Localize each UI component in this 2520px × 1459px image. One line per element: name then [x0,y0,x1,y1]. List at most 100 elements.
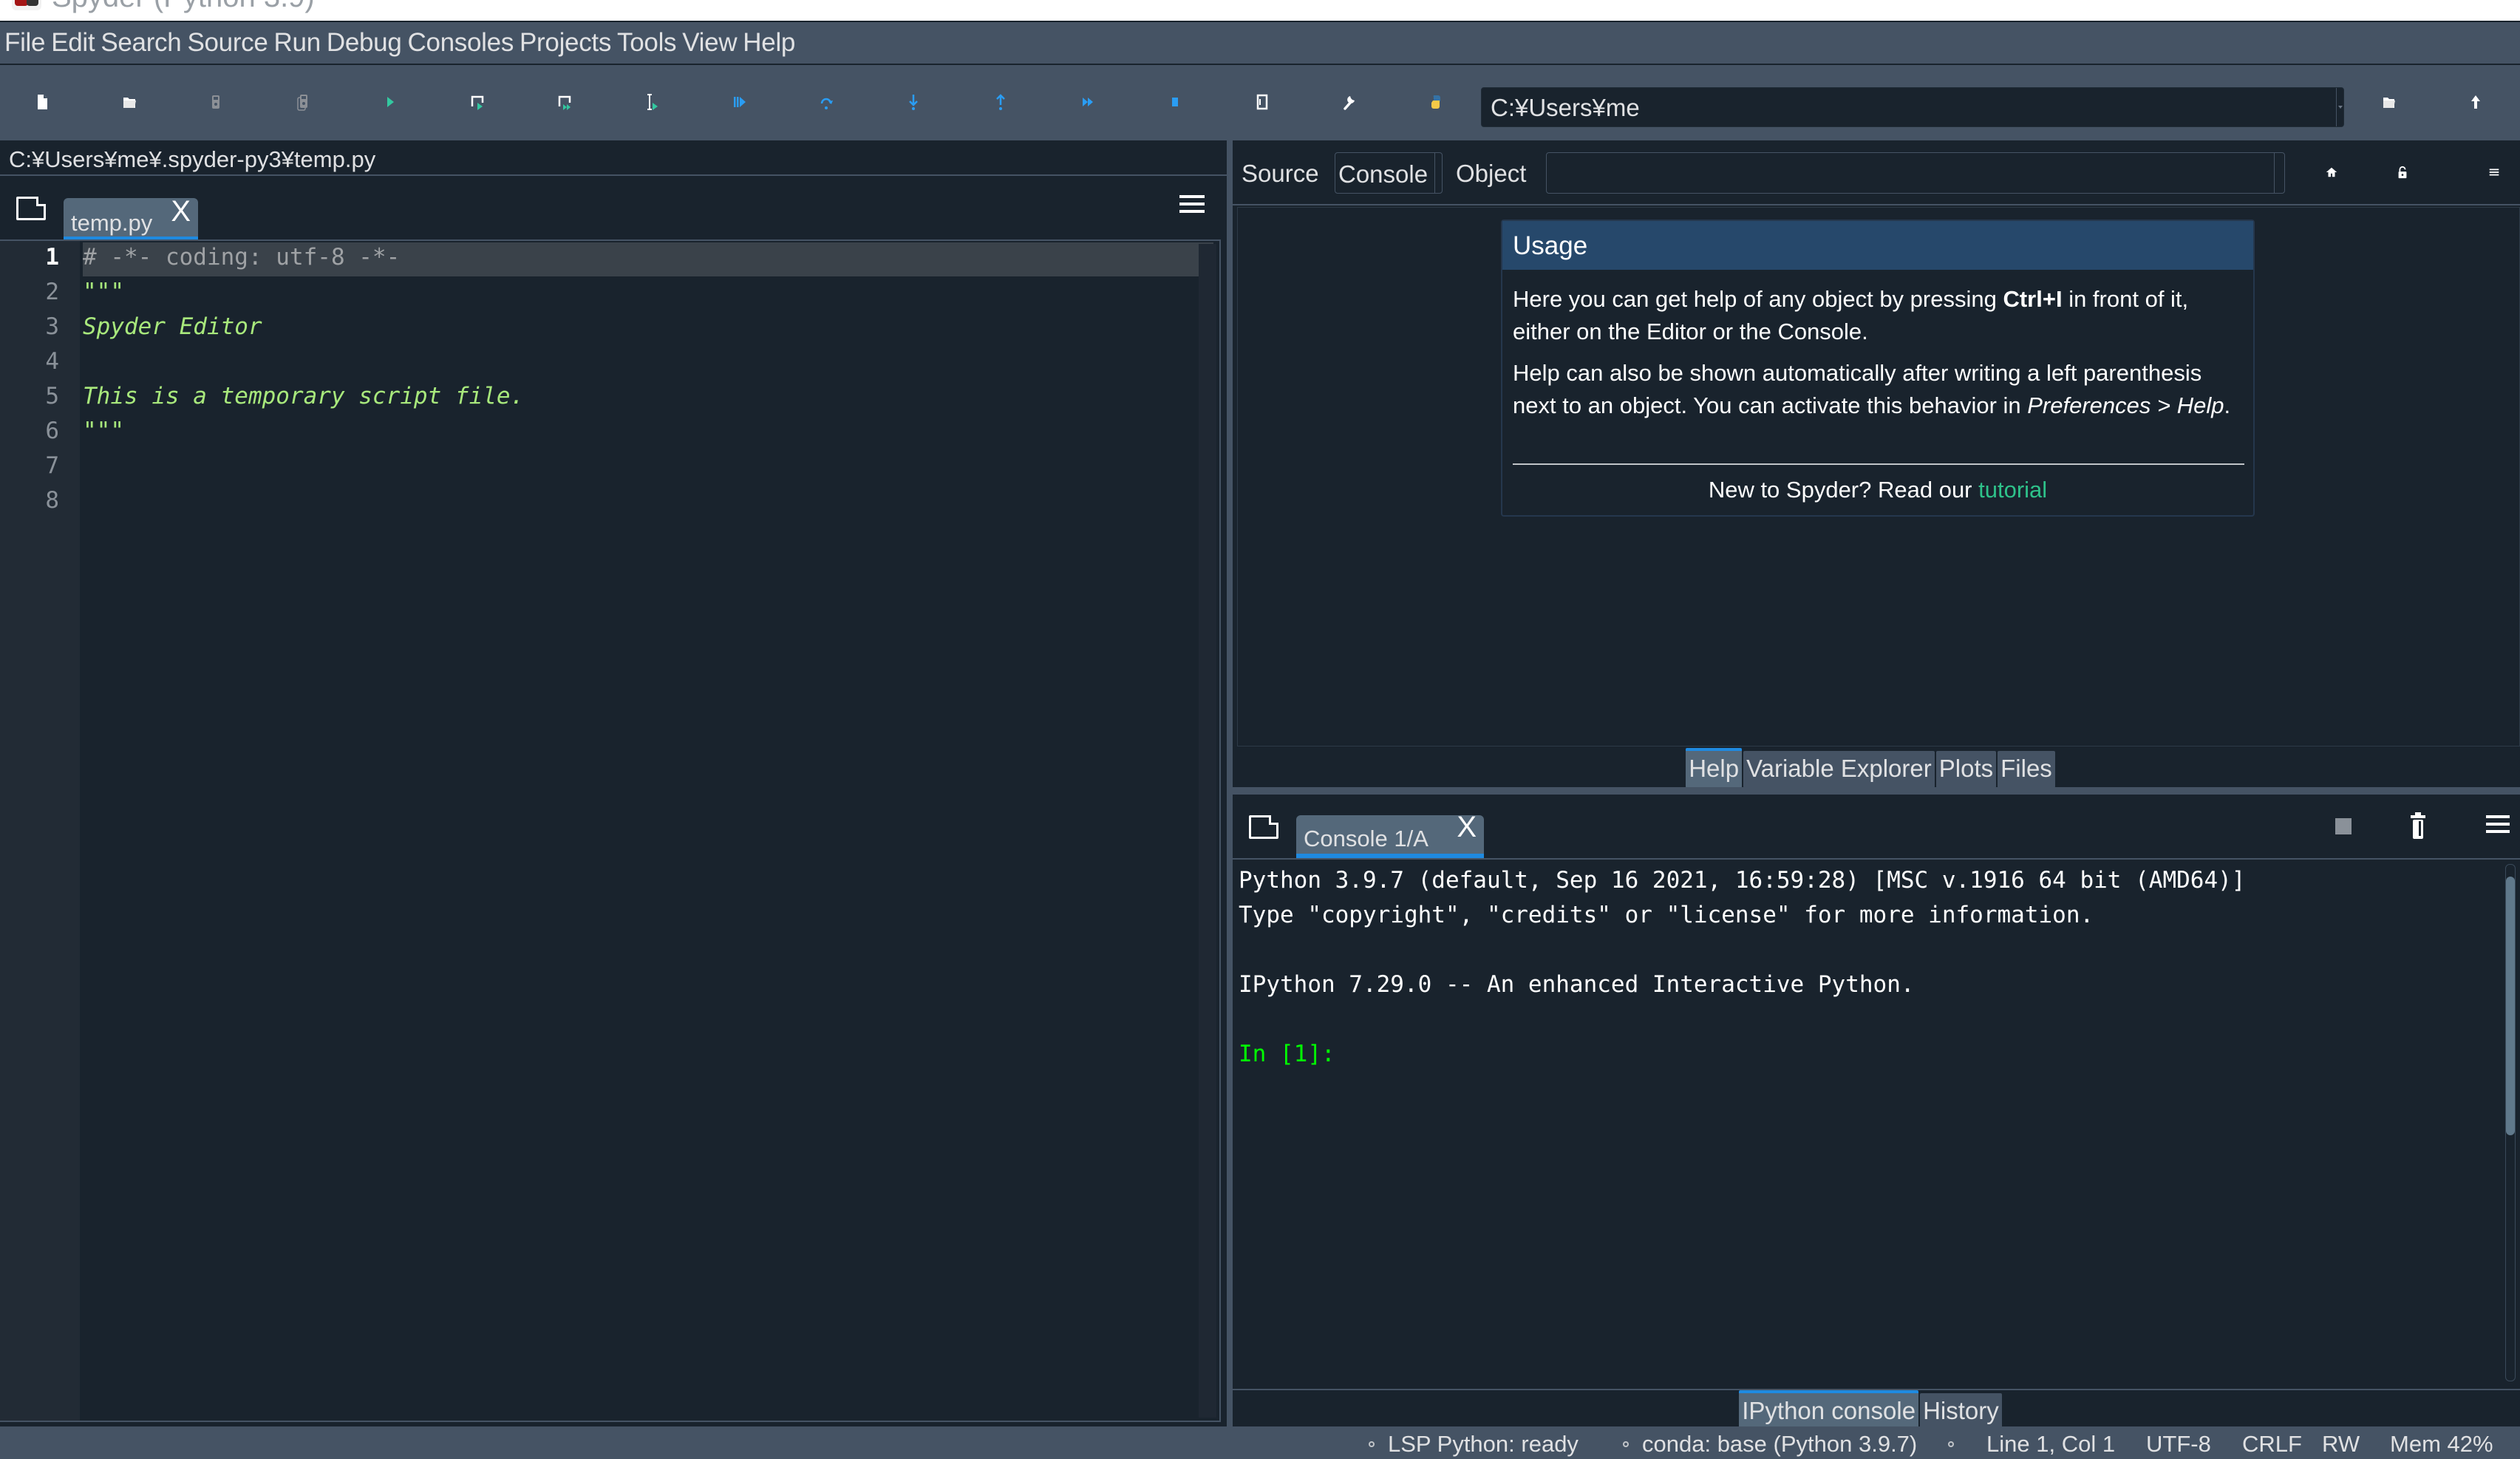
debug-step-return-button[interactable] [986,87,1015,117]
console-tab-label: Console 1/A [1304,826,1428,851]
line-number-gutter: 1 2 3 4 5 6 7 8 [0,241,80,1421]
menu-search[interactable]: Search [99,28,185,58]
save-file-button[interactable] [201,87,231,117]
debug-stop-button[interactable] [1160,87,1190,117]
run-icon [387,97,394,107]
close-icon[interactable]: X [1457,811,1477,844]
line-number: 1 [45,244,59,271]
debug-step-into-button[interactable] [899,87,928,117]
console-scrollbar[interactable] [2505,864,2516,1381]
help-lock-button[interactable] [2391,161,2414,183]
code-line: """ [83,418,124,444]
help-toolbar: Source Console Object [1233,140,2520,205]
debug-continue-button[interactable] [1073,87,1103,117]
conda-env-icon [1623,1441,1629,1447]
help-source-combo[interactable]: Console [1335,152,1443,194]
line-number: 4 [45,348,59,375]
browse-tabs-icon[interactable] [1249,815,1278,839]
editor-tab-label: temp.py [71,210,153,236]
working-directory-combo[interactable]: C:¥Users¥me [1481,87,2344,127]
line-number: 2 [45,279,59,305]
main-toolbar: C:¥Users¥me [0,65,2520,140]
stop-kernel-icon[interactable] [2335,818,2352,834]
preferences-button[interactable] [1335,87,1364,117]
horizontal-splitter[interactable] [1233,787,2520,795]
help-source-label: Source [1242,160,1319,187]
run-cell-icon [471,95,484,110]
parent-directory-button[interactable] [2461,87,2490,117]
cursor-position: Line 1, Col 1 [1986,1431,2116,1457]
menu-view[interactable]: View [681,28,741,58]
menu-consoles[interactable]: Consoles [406,28,519,58]
debug-file-button[interactable] [724,87,754,117]
console-options-menu-icon[interactable] [2486,815,2510,834]
tab-help[interactable]: Help [1686,748,1743,788]
menu-run[interactable]: Run [273,28,325,58]
usage-divider [1513,463,2244,465]
clear-console-icon[interactable] [2408,811,2428,840]
run-cell-button[interactable] [463,87,492,117]
usage-paragraph-1: Here you can get help of any object by p… [1513,286,2189,344]
code-editor[interactable]: 1 2 3 4 5 6 7 8 # -*- coding: utf-8 -*- """ Spyde… [0,239,1221,1422]
editor-options-menu-icon[interactable] [1179,195,1205,214]
menu-file[interactable]: File [3,28,50,58]
menu-debug[interactable]: Debug [325,28,406,58]
editor-file-path: C:¥Users¥me¥.spyder-py3¥temp.py [9,146,376,172]
run-cell-advance-button[interactable] [550,87,579,117]
debug-icon [734,97,746,107]
unlock-icon [2398,166,2407,179]
save-all-button[interactable] [288,87,318,117]
help-object-combo[interactable] [1546,152,2285,194]
python-environment-status[interactable]: conda: base (Python 3.9.7) [1642,1431,1917,1458]
editor-pane: C:¥Users¥me¥.spyder-py3¥temp.py temp.py … [0,140,1227,1426]
menu-tools[interactable]: Tools [616,28,681,58]
console-line: Python 3.9.7 (default, Sep 16 2021, 16:5… [1239,867,2246,894]
tutorial-link[interactable]: tutorial [1978,477,2047,503]
browse-directory-button[interactable] [2374,87,2403,117]
usage-footer: New to Spyder? Read our tutorial [1708,477,2048,503]
editor-tab-temp-py[interactable]: temp.py X [64,195,198,241]
menu-projects[interactable]: Projects [518,28,616,58]
debug-step-button[interactable] [811,87,841,117]
menu-help[interactable]: Help [741,28,800,58]
console-output[interactable]: Python 3.9.7 (default, Sep 16 2021, 16:5… [1233,858,2520,1390]
step-into-icon [909,95,918,110]
help-pane: Source Console Object Usage Here you can… [1233,140,2520,795]
pythonpath-manager-button[interactable] [1422,87,1451,117]
save-all-icon [297,95,307,111]
status-bar: LSP Python: ready conda: base (Python 3.… [0,1426,2520,1459]
chevron-down-icon[interactable] [2336,88,2343,126]
run-file-button[interactable] [375,87,405,117]
step-return-icon [996,94,1005,110]
lsp-status[interactable]: LSP Python: ready [1388,1431,1579,1458]
usage-header: Usage [1502,221,2253,270]
usage-box: Usage Here you can get help of any objec… [1501,220,2255,517]
run-selection-button[interactable] [637,87,667,117]
menu-source[interactable]: Source [185,28,272,58]
help-options-button[interactable] [2483,161,2505,183]
console-tab[interactable]: Console 1/A X [1296,811,1484,858]
open-file-button[interactable] [115,87,144,117]
new-file-button[interactable] [27,87,57,117]
tab-files[interactable]: Files [1998,751,2055,788]
vertical-splitter[interactable] [1227,140,1233,1426]
usage-paragraph-2: Help can also be shown automatically aft… [1513,360,2231,418]
browse-tabs-icon[interactable] [16,197,46,220]
close-icon[interactable]: X [171,195,191,228]
ipython-console-pane: Console 1/A X Python 3.9.7 (default, Sep… [1233,795,2520,1430]
help-home-button[interactable] [2320,161,2343,183]
line-number: 5 [45,383,59,409]
help-object-label: Object [1456,160,1527,187]
tab-plots[interactable]: Plots [1935,751,1997,788]
tab-history[interactable]: History [1920,1393,2002,1430]
menu-edit[interactable]: Edit [50,28,99,58]
editor-scrollbar[interactable] [1199,244,1216,1418]
environment-dropdown-icon[interactable] [1948,1441,1954,1447]
tab-variable-explorer[interactable]: Variable Explorer [1743,751,1935,788]
working-directory-value[interactable]: C:¥Users¥me [1491,94,1640,122]
console-scrollbar-thumb[interactable] [2506,877,2515,1135]
folder-icon [2383,98,2395,108]
console-line: Type "copyright", "credits" or "license"… [1239,902,2094,928]
tab-ipython-console[interactable]: IPython console [1739,1390,1919,1430]
maximize-pane-button[interactable] [1247,87,1277,117]
